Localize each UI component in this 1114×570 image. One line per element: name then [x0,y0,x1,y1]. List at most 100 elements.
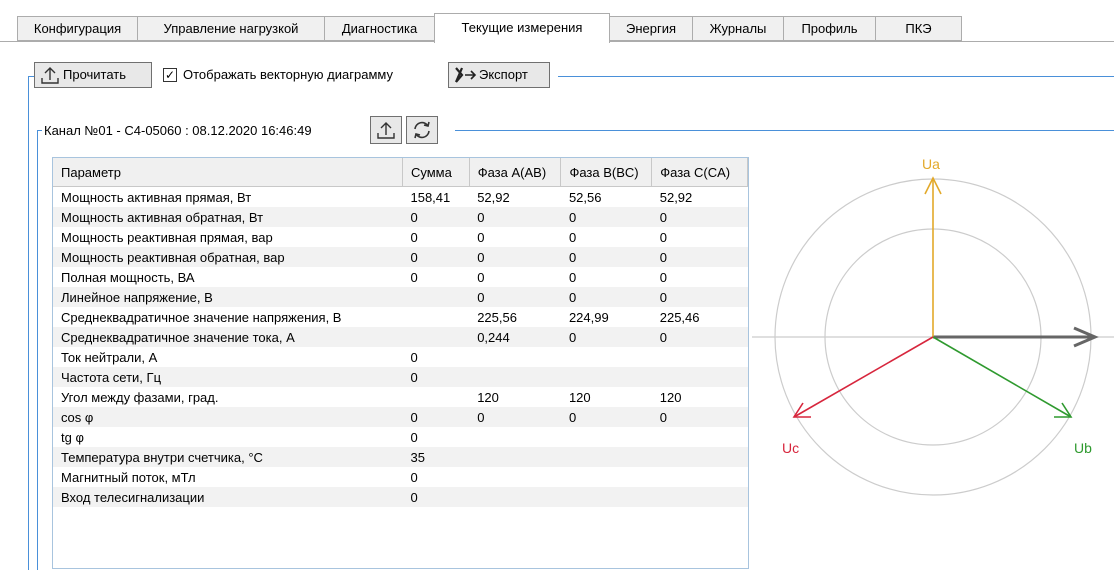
table-row[interactable]: Мощность реактивная прямая, вар 0 0 0 0 [53,227,748,247]
tab-current-measurements[interactable]: Текущие измерения [434,13,610,43]
table-row[interactable]: Магнитный поток, мТл 0 [53,467,748,487]
read-button[interactable]: Прочитать [34,62,152,88]
cell-phase-b [560,447,652,467]
column-header-phase-a[interactable]: Фаза A(AB) [469,158,562,187]
channel-group-border-left [37,130,42,131]
cell-phase-c: 0 [651,327,748,347]
channel-group-border [37,130,38,570]
cell-phase-b: 224,99 [568,309,609,325]
cell-phase-a: 0 [469,287,561,307]
cell-phase-c [652,427,748,447]
table-row[interactable]: cos φ0000 [53,407,748,427]
table-row[interactable]: Температура внутри счетчика, °С 35 [53,447,748,467]
table-row[interactable]: Частота сети, Гц 0 [53,367,748,387]
uc-vector [793,336,934,418]
table-row[interactable]: Угол между фазами, град. 120 120 120 [53,387,748,407]
cell-parameter: Вход телесигнализации [53,487,403,507]
channel-refresh-button[interactable] [406,116,438,144]
cell-parameter: Полная мощность, ВА [61,269,195,285]
table-row[interactable]: Ток нейтрали, А 0 [53,347,748,367]
table-row[interactable]: Мощность реактивная обратная, вар 0 0 0 0 [53,247,748,267]
vector-diagram-checkbox[interactable]: ✓ [163,68,177,82]
cell-sum: 0 [410,229,418,245]
cell-sum: 0 [410,469,418,485]
tab-pke[interactable]: ПКЭ [875,16,962,41]
upload-icon [377,122,395,139]
cell-phase-b: 0 [560,287,652,307]
cell-phase-c: 120 [659,389,682,405]
tab-configuration[interactable]: Конфигурация [17,16,138,41]
cell-phase-a: 0 [477,229,485,245]
cell-phase-b: 0 [560,207,652,227]
table-row[interactable]: tg φ 0 [53,427,748,447]
cell-phase-a: 52,92 [477,189,510,205]
table-row[interactable]: Среднеквадратичное значение тока, А 0,244… [53,327,748,347]
channel-title: Канал №01 - С4-05060 : 08.12.2020 16:46:… [44,123,312,138]
cell-phase-c [651,367,748,387]
cell-phase-b [561,467,652,487]
cell-phase-b: 0 [568,229,577,245]
table-row[interactable]: Мощность активная прямая, Вт 158,41 52,92 5… [53,187,748,208]
cell-phase-a: 0 [477,269,485,285]
cell-phase-b: 0 [568,269,577,285]
tab-bar: Конфигурация Управление нагрузкой Диагно… [0,0,1114,43]
cell-parameter: Магнитный поток, мТл [61,469,196,485]
cell-phase-a: 0,244 [469,327,561,347]
cell-phase-c: 0 [651,247,748,267]
cell-phase-b: 0 [560,327,652,347]
cell-sum [402,307,469,327]
uc-label: Uc [782,440,799,456]
measurements-table: Параметр Сумма Фаза A(AB) Фаза B(BC) Фаз… [53,158,748,507]
table-row[interactable]: Мощность активная обратная, Вт 0 0 0 0 [53,207,748,227]
cell-sum [402,387,469,407]
cell-parameter: Мощность активная обратная, Вт [53,207,403,227]
column-header-sum[interactable]: Сумма [402,158,470,187]
cell-phase-a: 120 [477,389,499,405]
export-button[interactable]: Экспорт [448,62,550,88]
refresh-icon [414,121,430,139]
cell-phase-a: 225,56 [477,309,517,325]
cell-sum: 35 [402,447,470,467]
tab-diagnostics[interactable]: Диагностика [324,16,435,41]
cell-parameter: Среднеквадратичное значение напряжения, … [61,309,342,325]
table-row[interactable]: Линейное напряжение, В000 [53,287,748,307]
table-row[interactable]: Среднеквадратичное значение напряжения, … [53,307,748,327]
channel-read-button[interactable] [370,116,402,144]
table-row[interactable]: Вход телесигнализации 0 [53,487,748,507]
ub-vector [932,336,1072,418]
upload-icon [41,67,59,84]
cell-sum [402,287,470,307]
cell-phase-b: 52,56 [568,189,602,205]
column-header-phase-b[interactable]: Фаза B(BC) [560,158,653,187]
cell-sum: 0 [402,247,470,267]
cell-phase-b [561,347,652,367]
cell-phase-a [469,447,561,467]
table-header-row: Параметр Сумма Фаза A(AB) Фаза B(BC) Фаз… [53,158,748,187]
tab-journals[interactable]: Журналы [692,16,784,41]
cell-sum [402,327,470,347]
cell-phase-b: 0 [560,407,652,427]
toolbar-group-border [28,76,29,570]
cell-parameter: Мощность реактивная обратная, вар [53,247,403,267]
measurements-grid[interactable]: Параметр Сумма Фаза A(AB) Фаза B(BC) Фаз… [52,157,749,569]
tab-energy[interactable]: Энергия [609,16,693,41]
vector-diagram-checkbox-label[interactable]: Отображать векторную диаграмму [183,67,393,82]
cell-phase-c: 0 [659,269,667,285]
column-header-parameter[interactable]: Параметр [53,158,403,187]
cell-parameter: Угол между фазами, град. [61,389,219,405]
cell-parameter: Линейное напряжение, В [53,287,403,307]
tab-profile[interactable]: Профиль [783,16,876,41]
cell-phase-c [651,447,748,467]
tab-load-control[interactable]: Управление нагрузкой [137,16,325,41]
read-button-label: Прочитать [63,67,127,82]
cell-phase-c: 0 [651,207,748,227]
cell-parameter: Среднеквадратичное значение тока, А [53,327,403,347]
cell-sum: 0 [410,349,418,365]
cell-phase-a: 0 [469,207,561,227]
cell-phase-c: 0 [651,407,748,427]
cell-phase-c [651,487,748,507]
cell-phase-c: 52,92 [659,189,693,205]
toolbar-group-border-right [558,76,1114,77]
column-header-phase-c[interactable]: Фаза C(CA) [651,158,748,187]
table-row[interactable]: Полная мощность, ВА 0 0 0 0 [53,267,748,287]
